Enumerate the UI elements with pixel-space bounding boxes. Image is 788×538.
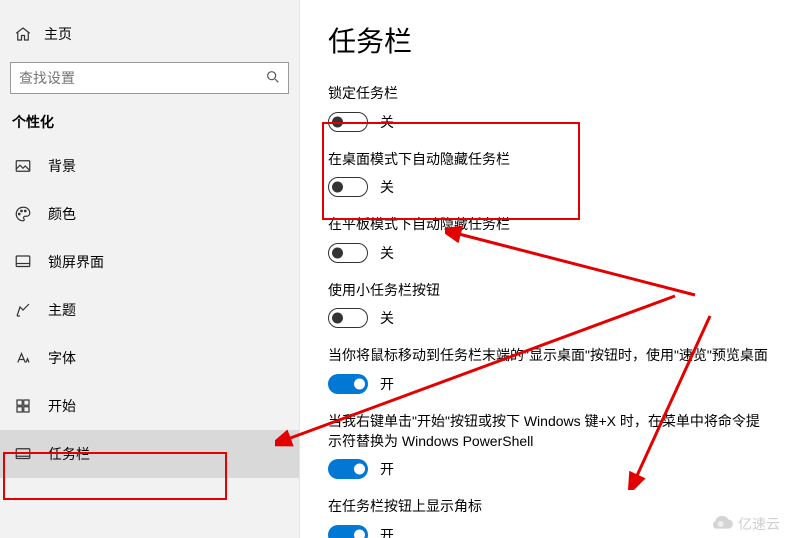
setting-label: 当我右键单击"开始"按钮或按下 Windows 键+X 时，在菜单中将命令提示符… bbox=[328, 412, 768, 451]
home-icon bbox=[12, 25, 34, 43]
setting-powershell: 当我右键单击"开始"按钮或按下 Windows 键+X 时，在菜单中将命令提示符… bbox=[328, 412, 768, 479]
search-input[interactable] bbox=[10, 62, 289, 94]
toggle-lock-taskbar[interactable] bbox=[328, 112, 368, 132]
home-label: 主页 bbox=[44, 24, 72, 44]
lockscreen-icon bbox=[12, 253, 34, 271]
sidebar-item-label: 颜色 bbox=[48, 204, 76, 224]
themes-icon bbox=[12, 301, 34, 319]
sidebar-item-themes[interactable]: 主题 bbox=[0, 286, 299, 334]
palette-icon bbox=[12, 205, 34, 223]
search-wrap bbox=[10, 62, 289, 94]
sidebar-item-label: 主题 bbox=[48, 300, 76, 320]
start-icon bbox=[12, 397, 34, 415]
sidebar-item-label: 字体 bbox=[48, 348, 76, 368]
setting-label: 锁定任务栏 bbox=[328, 84, 768, 104]
page-title: 任务栏 bbox=[328, 20, 768, 60]
toggle-state: 开 bbox=[380, 374, 394, 394]
setting-small-buttons: 使用小任务栏按钮 关 bbox=[328, 281, 768, 329]
sidebar-item-label: 锁屏界面 bbox=[48, 252, 104, 272]
sidebar-item-label: 任务栏 bbox=[48, 444, 90, 464]
sidebar-item-start[interactable]: 开始 bbox=[0, 382, 299, 430]
setting-label: 当你将鼠标移动到任务栏末端的"显示桌面"按钮时，使用"速览"预览桌面 bbox=[328, 346, 768, 366]
toggle-state: 关 bbox=[380, 112, 394, 132]
sidebar: 主页 个性化 背景 颜色 锁屏界面 bbox=[0, 0, 300, 538]
toggle-state: 开 bbox=[380, 459, 394, 479]
font-icon bbox=[12, 349, 34, 367]
toggle-state: 开 bbox=[380, 525, 394, 538]
main-panel: 任务栏 锁定任务栏 关 在桌面模式下自动隐藏任务栏 关 在平板模式下自动隐藏任务… bbox=[300, 0, 788, 538]
toggle-autohide-tablet[interactable] bbox=[328, 243, 368, 263]
toggle-state: 关 bbox=[380, 177, 394, 197]
setting-label: 在任务栏按钮上显示角标 bbox=[328, 497, 768, 517]
toggle-badges[interactable] bbox=[328, 525, 368, 538]
setting-label: 使用小任务栏按钮 bbox=[328, 281, 768, 301]
toggle-state: 关 bbox=[380, 243, 394, 263]
sidebar-item-background[interactable]: 背景 bbox=[0, 142, 299, 190]
section-title: 个性化 bbox=[0, 112, 299, 142]
toggle-peek-preview[interactable] bbox=[328, 374, 368, 394]
toggle-small-buttons[interactable] bbox=[328, 308, 368, 328]
setting-label: 在桌面模式下自动隐藏任务栏 bbox=[328, 150, 768, 170]
setting-autohide-desktop: 在桌面模式下自动隐藏任务栏 关 bbox=[328, 150, 768, 198]
home-link[interactable]: 主页 bbox=[0, 18, 299, 50]
sidebar-item-label: 开始 bbox=[48, 396, 76, 416]
setting-peek-preview: 当你将鼠标移动到任务栏末端的"显示桌面"按钮时，使用"速览"预览桌面 开 bbox=[328, 346, 768, 394]
toggle-state: 关 bbox=[380, 308, 394, 328]
sidebar-item-label: 背景 bbox=[48, 156, 76, 176]
search-icon bbox=[265, 69, 281, 85]
sidebar-item-colors[interactable]: 颜色 bbox=[0, 190, 299, 238]
sidebar-item-lockscreen[interactable]: 锁屏界面 bbox=[0, 238, 299, 286]
sidebar-item-fonts[interactable]: 字体 bbox=[0, 334, 299, 382]
setting-lock-taskbar: 锁定任务栏 关 bbox=[328, 84, 768, 132]
setting-autohide-tablet: 在平板模式下自动隐藏任务栏 关 bbox=[328, 215, 768, 263]
setting-badges: 在任务栏按钮上显示角标 开 bbox=[328, 497, 768, 538]
toggle-powershell[interactable] bbox=[328, 459, 368, 479]
image-icon bbox=[12, 157, 34, 175]
toggle-autohide-desktop[interactable] bbox=[328, 177, 368, 197]
sidebar-item-taskbar[interactable]: 任务栏 bbox=[0, 430, 299, 478]
setting-label: 在平板模式下自动隐藏任务栏 bbox=[328, 215, 768, 235]
taskbar-icon bbox=[12, 445, 34, 463]
